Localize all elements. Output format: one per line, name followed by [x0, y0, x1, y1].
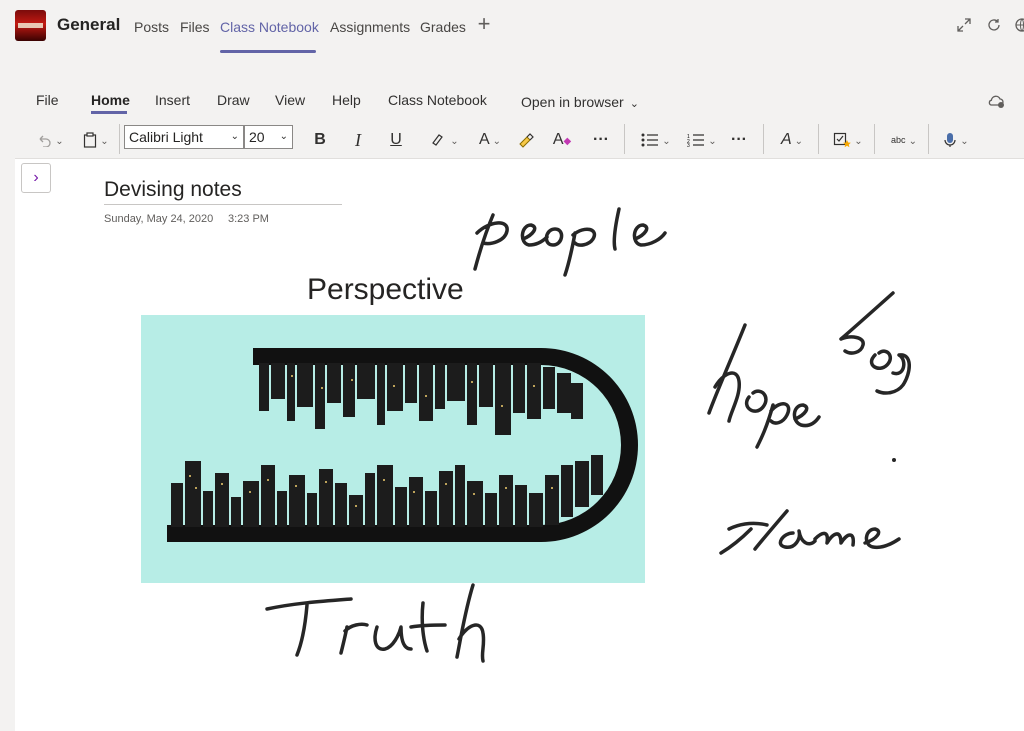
- dictate-button[interactable]: ⌄: [938, 128, 974, 152]
- cloud-sync-icon[interactable]: [986, 92, 1006, 110]
- onenote-ribbon: File Home Insert Draw View Help Class No…: [0, 54, 1024, 199]
- ink-word-hope: [707, 323, 821, 449]
- spelling-icon: abc: [891, 135, 906, 145]
- toolbar-separator: [818, 124, 819, 154]
- menu-draw[interactable]: Draw: [217, 92, 250, 108]
- styles-button[interactable]: A ⌄: [772, 128, 812, 152]
- ink-word-truth: [265, 583, 486, 663]
- menu-home[interactable]: Home: [91, 92, 130, 108]
- tab-grades[interactable]: Grades: [420, 19, 466, 35]
- more-options-icon[interactable]: ···: [588, 128, 614, 152]
- refresh-icon[interactable]: [984, 15, 1004, 35]
- toolbar-separator: [763, 124, 764, 154]
- tag-button[interactable]: ⌄: [828, 128, 868, 152]
- ink-word-love: [839, 291, 911, 395]
- clear-formatting-icon[interactable]: A◆: [550, 128, 574, 152]
- menu-help[interactable]: Help: [332, 92, 361, 108]
- ink-word-people: [473, 207, 667, 277]
- italic-button[interactable]: I: [348, 128, 368, 152]
- title-underline: [104, 204, 342, 205]
- toolbar-separator: [624, 124, 625, 154]
- chevron-down-icon: ⌄: [230, 131, 239, 142]
- expand-navigation-button[interactable]: ›: [21, 163, 51, 193]
- bold-button[interactable]: B: [310, 128, 330, 152]
- page-time: 3:23 PM: [228, 213, 269, 225]
- bullets-button[interactable]: ⌄: [636, 128, 676, 152]
- font-name-value: Calibri Light: [129, 129, 203, 145]
- expand-icon[interactable]: [954, 15, 974, 35]
- format-painter-icon[interactable]: [514, 128, 538, 152]
- styles-icon: A: [780, 131, 792, 148]
- menu-class-notebook[interactable]: Class Notebook: [388, 92, 487, 108]
- channel-name: General: [57, 15, 121, 34]
- numbering-button[interactable]: 1 2 3 ⌄: [682, 128, 722, 152]
- ink-word-fame: [719, 509, 901, 555]
- font-size-value: 20: [249, 129, 265, 145]
- chevron-down-icon: ⌄: [629, 98, 639, 110]
- plus-icon[interactable]: +: [474, 13, 494, 35]
- globe-icon[interactable]: [1012, 15, 1024, 35]
- page-title[interactable]: Devising notes: [104, 178, 242, 202]
- menu-insert[interactable]: Insert: [155, 92, 190, 108]
- open-in-browser-label: Open in browser: [521, 94, 624, 110]
- font-name-select[interactable]: Calibri Light ⌄: [124, 125, 244, 149]
- page-date: Sunday, May 24, 2020: [104, 213, 214, 225]
- underline-button[interactable]: U: [386, 128, 406, 152]
- tab-posts[interactable]: Posts: [134, 19, 169, 35]
- ink-dot: [892, 458, 896, 462]
- perspective-heading[interactable]: Perspective: [307, 273, 464, 307]
- highlight-button[interactable]: ⌄: [424, 128, 464, 152]
- city-skyline-image[interactable]: [141, 315, 645, 583]
- notebook-page[interactable]: › Devising notes Sunday, May 24, 2020 3:…: [15, 158, 1024, 731]
- open-in-browser-button[interactable]: Open in browser ⌄: [521, 94, 639, 110]
- chevron-down-icon: ⌄: [279, 131, 288, 142]
- tab-class-notebook[interactable]: Class Notebook: [220, 19, 319, 35]
- clipboard-button[interactable]: ⌄: [78, 128, 114, 152]
- tab-files[interactable]: Files: [180, 19, 210, 35]
- undo-button[interactable]: ⌄: [32, 128, 68, 152]
- active-menu-indicator: [91, 111, 127, 114]
- spelling-button[interactable]: abc ⌄: [884, 128, 924, 152]
- toolbar-separator: [874, 124, 875, 154]
- font-size-select[interactable]: 20 ⌄: [244, 125, 293, 149]
- menu-view[interactable]: View: [275, 92, 305, 108]
- team-avatar[interactable]: [15, 10, 46, 41]
- font-color-button[interactable]: A ⌄: [470, 128, 510, 152]
- tab-assignments[interactable]: Assignments: [330, 19, 410, 35]
- toolbar-separator: [928, 124, 929, 154]
- teams-header: General Posts Files Class Notebook Assig…: [0, 0, 1024, 54]
- svg-text:3: 3: [687, 143, 690, 147]
- menu-file[interactable]: File: [36, 92, 59, 108]
- more-paragraph-options-icon[interactable]: ···: [726, 128, 752, 152]
- active-tab-indicator: [220, 50, 316, 53]
- toolbar-separator: [119, 124, 120, 154]
